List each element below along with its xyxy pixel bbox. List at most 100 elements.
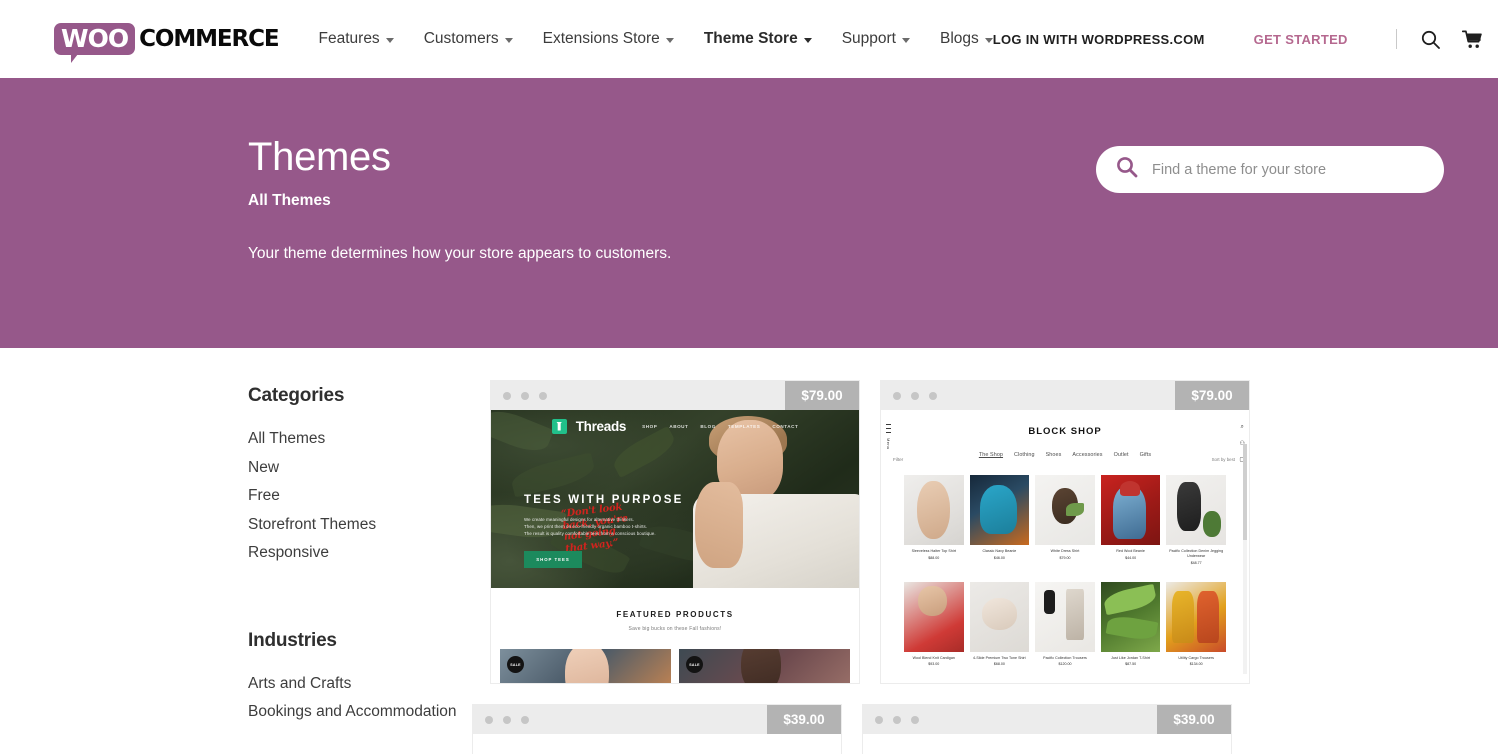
blockshop-menu-icon: Menu — [886, 424, 891, 450]
product-name: White Dress Shirt — [1050, 549, 1080, 553]
window-dot-icon — [911, 715, 919, 724]
blockshop-product-grid-row1: Sleeveless Halter Top Shirt $88.00 Class… — [891, 475, 1239, 565]
chevron-down-icon — [984, 37, 993, 43]
theme-preview: Threads SHOP ABOUT BLOG TEMPLATES CONTAC… — [491, 410, 859, 683]
blockshop-filter-label: Filter — [893, 457, 904, 462]
blockshop-product-grid-row2: Wool Blend Knit Cardigan $93.00 4-Slide … — [891, 581, 1239, 666]
search-icon[interactable] — [1421, 30, 1440, 49]
cart-icon[interactable] — [1461, 30, 1483, 49]
threads-site-nav: Threads SHOP ABOUT BLOG TEMPLATES CONTAC… — [491, 410, 859, 434]
product-price: $134.00 — [1189, 662, 1203, 666]
sidebar-item-storefront-themes[interactable]: Storefront Themes — [248, 511, 473, 540]
window-dot-icon — [521, 715, 529, 724]
theme-price-badge: $79.00 — [785, 381, 859, 410]
product-cell: Sleeveless Halter Top Shirt $88.00 — [904, 475, 964, 565]
threads-nav-templates: TEMPLATES — [727, 424, 761, 429]
product-name: Classic Navy Beanie — [982, 549, 1017, 553]
preview-scrollbar-thumb[interactable] — [1243, 444, 1247, 540]
theme-card-partial[interactable]: $39.00 — [863, 705, 1231, 754]
header-actions: LOG IN WITH WORDPRESS.COM GET STARTED — [993, 29, 1483, 49]
product-price: $120.00 — [1058, 662, 1072, 666]
featured-products-row: SALE SALE — [491, 632, 859, 683]
content-area: Categories All Themes New Free Storefron… — [0, 348, 1498, 754]
threads-copy-line: Then, we print them on eco-friendly orga… — [524, 524, 648, 530]
industries-heading: Industries — [248, 629, 337, 651]
nav-label: Features — [318, 30, 380, 47]
nav-item-customers[interactable]: Customers — [424, 30, 513, 48]
product-price: $44.00 — [1125, 555, 1137, 560]
product-image — [904, 581, 964, 652]
nav-label: Blogs — [940, 30, 979, 47]
product-price: $87.50 — [1125, 662, 1137, 666]
main-nav: Features Customers Extensions Store Them… — [319, 30, 993, 48]
product-image — [1035, 475, 1095, 545]
theme-card-block-shop[interactable]: $79.00 Menu ⌕ ⚇ ▢ — [881, 381, 1249, 683]
sidebar-item-new[interactable]: New — [248, 454, 473, 483]
nav-label: Support — [841, 30, 896, 47]
blockshop-sort-label: Sort by best — [1211, 457, 1235, 462]
theme-grid: $79.00 Threads SHOP ABOUT BLOG TEMPLATES… — [491, 348, 1249, 683]
woocommerce-logo[interactable]: WOO COMMERCE — [54, 23, 280, 63]
product-cell: Wool Blend Knit Cardigan $93.00 — [904, 581, 964, 666]
sale-badge: SALE — [507, 656, 524, 673]
product-cell: Pacific Collection Trousers $120.00 — [1035, 581, 1095, 666]
blockshop-nav-the-shop: The Shop — [978, 452, 1004, 458]
theme-search-box[interactable] — [1096, 146, 1444, 193]
browser-chrome-bar: $79.00 — [491, 381, 859, 410]
nav-item-features[interactable]: Features — [319, 30, 394, 48]
threads-nav-contact: CONTACT — [772, 424, 799, 429]
featured-product-thumb: SALE — [679, 649, 850, 683]
window-dot-icon — [911, 391, 919, 400]
hero-section: Themes All Themes Your theme determines … — [0, 78, 1498, 348]
nav-item-theme-store[interactable]: Theme Store — [704, 30, 812, 48]
threads-cta-button: SHOP TEES — [524, 551, 582, 568]
product-photo — [564, 649, 609, 683]
sidebar-item-responsive[interactable]: Responsive — [248, 539, 473, 568]
product-cell: Just Like Jordan T-Shirt $87.50 — [1100, 581, 1161, 666]
blockshop-nav-gifts: Gifts — [1139, 452, 1152, 458]
product-photo — [740, 649, 781, 683]
product-image — [969, 581, 1030, 652]
sidebar-item-arts-and-crafts[interactable]: Arts and Crafts — [248, 670, 473, 699]
featured-products-title: FEATURED PRODUCTS — [616, 610, 734, 619]
threads-nav-blog: BLOG — [700, 424, 716, 429]
categories-heading: Categories — [248, 385, 345, 406]
window-dot-icon — [503, 715, 511, 724]
product-image — [1166, 475, 1226, 545]
nav-item-blogs[interactable]: Blogs — [940, 30, 993, 48]
nav-item-extensions-store[interactable]: Extensions Store — [543, 30, 674, 48]
login-wordpress-link[interactable]: LOG IN WITH WORDPRESS.COM — [993, 32, 1205, 47]
blockshop-nav-clothing: Clothing — [1014, 452, 1035, 458]
product-name: Sleeveless Halter Top Shirt — [911, 549, 957, 553]
product-name: Pacific Collection Denim Jegging Underwe… — [1169, 549, 1224, 558]
theme-card-threads[interactable]: $79.00 Threads SHOP ABOUT BLOG TEMPLATES… — [491, 381, 859, 683]
nav-item-support[interactable]: Support — [842, 30, 910, 48]
search-input[interactable] — [1152, 161, 1424, 178]
product-name: Just Like Jordan T-Shirt — [1111, 655, 1151, 660]
sidebar-item-free[interactable]: Free — [248, 482, 473, 511]
theme-grid-next-row: $39.00 $39.00 — [473, 705, 1249, 754]
theme-price-badge: $79.00 — [1175, 381, 1249, 410]
woo-logo-badge: WOO — [54, 23, 136, 63]
theme-preview: Menu ⌕ ⚇ ▢ BLOCK SHOP The Shop Clothing — [881, 410, 1249, 683]
filter-sidebar: Categories All Themes New Free Storefron… — [248, 348, 473, 754]
sidebar-item-all-themes[interactable]: All Themes — [248, 425, 473, 454]
theme-card-partial[interactable]: $39.00 — [473, 705, 841, 754]
product-name: 4-Slide Premium Two Tone Shirt — [973, 655, 1026, 660]
theme-grid-wrap: $79.00 Threads SHOP ABOUT BLOG TEMPLATES… — [473, 348, 1249, 754]
sidebar-item-bookings-and-accommodation[interactable]: Bookings and Accommodation — [248, 698, 473, 727]
blockshop-nav-outlet: Outlet — [1113, 452, 1129, 458]
product-image — [1166, 581, 1226, 652]
threads-nav-links: SHOP ABOUT BLOG TEMPLATES CONTACT — [642, 424, 798, 429]
hero-description: Your theme determines how your store app… — [248, 245, 672, 262]
blockshop-menu-label: Menu — [886, 438, 891, 450]
chevron-down-icon — [665, 37, 674, 43]
threads-copy-line: We create meaningful designs for alterna… — [524, 517, 635, 522]
product-price: $93.00 — [928, 662, 940, 666]
blockshop-brand: BLOCK SHOP — [1028, 426, 1102, 437]
get-started-button[interactable]: GET STARTED — [1254, 32, 1348, 47]
product-name: Pacific Collection Trousers — [1043, 655, 1087, 660]
chevron-down-icon — [504, 37, 513, 43]
blockshop-nav-accessories: Accessories — [1072, 452, 1103, 458]
product-price: $68.00 — [993, 662, 1005, 666]
